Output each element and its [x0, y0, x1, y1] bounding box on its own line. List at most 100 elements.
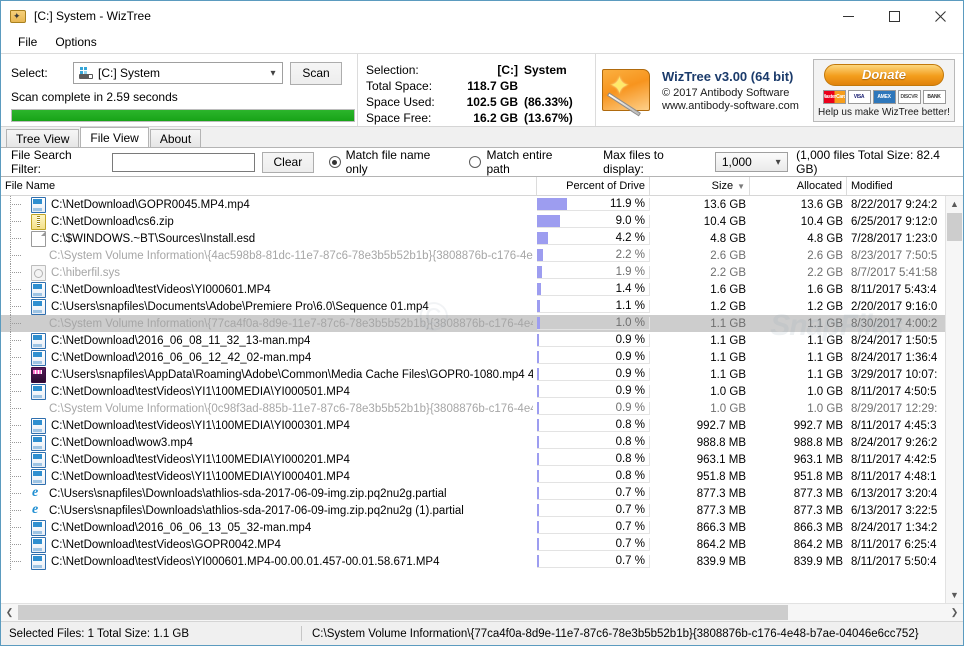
clear-filter-button[interactable]: Clear [262, 152, 314, 173]
cell-allocated-value: 1.1 GB [750, 369, 847, 381]
tab-tree-view[interactable]: Tree View [6, 129, 79, 147]
radio-match-file-name-only[interactable]: Match file name only [329, 148, 455, 176]
percent-bar [537, 232, 548, 244]
scan-button[interactable]: Scan [290, 62, 342, 85]
horizontal-scrollbar-thumb[interactable] [18, 605, 788, 620]
tab-file-view[interactable]: File View [80, 127, 148, 147]
donate-button[interactable]: Donate [824, 64, 944, 86]
column-header-size-label: Size [712, 180, 733, 192]
table-row[interactable]: C:\NetDownload\2016_06_06_13_05_32-man.m… [1, 519, 963, 536]
discover-icon: DISCVR [898, 90, 921, 104]
scan-progress-bar [11, 109, 355, 122]
table-row[interactable]: C:\NetDownload\GOPR0045.MP4.mp411.9 %13.… [1, 196, 963, 213]
table-row[interactable]: C:\NetDownload\2016_06_08_11_32_13-man.m… [1, 332, 963, 349]
cell-file-name: C:\NetDownload\2016_06_06_12_42_02-man.m… [1, 349, 537, 366]
file-totals-text: (1,000 files Total Size: 82.4 GB) [796, 148, 963, 176]
table-row[interactable]: C:\Users\snapfiles\Downloads\athlios-sda… [1, 502, 963, 519]
drive-select[interactable]: [C:] System ▾ [73, 62, 283, 84]
table-row[interactable]: C:\NetDownload\testVideos\YI1\100MEDIA\Y… [1, 417, 963, 434]
column-header-percent-of-drive[interactable]: Percent of Drive [537, 177, 650, 195]
brand-website[interactable]: www.antibody-software.com [662, 100, 799, 112]
radio-match-entire-path[interactable]: Match entire path [469, 148, 578, 176]
cell-percent-of-drive: 0.8 % [537, 470, 650, 483]
cell-modified-value: 8/11/2017 4:48:1 [847, 471, 947, 483]
scroll-left-icon[interactable]: ❮ [1, 604, 18, 621]
table-row[interactable]: C:\NetDownload\testVideos\YI1\100MEDIA\Y… [1, 451, 963, 468]
radio-icon-checked [329, 156, 341, 168]
percent-bar [537, 453, 539, 465]
close-button[interactable] [917, 1, 963, 31]
table-row[interactable]: C:\NetDownload\testVideos\YI1\100MEDIA\Y… [1, 468, 963, 485]
cell-allocated-value: 864.2 MB [750, 539, 847, 551]
document-file-icon [31, 231, 46, 247]
scroll-right-icon[interactable]: ❯ [946, 604, 963, 621]
cell-percent-of-drive: 1.0 % [537, 317, 650, 330]
table-row[interactable]: C:\NetDownload\2016_06_06_12_42_02-man.m… [1, 349, 963, 366]
table-row[interactable]: C:\NetDownload\testVideos\YI000601.MP41.… [1, 281, 963, 298]
max-files-select[interactable]: 1,000 ▾ [715, 152, 788, 172]
vertical-scrollbar[interactable]: ▲ ▼ [945, 196, 963, 603]
file-path-text: C:\Users\snapfiles\Downloads\athlios-sda… [49, 488, 447, 500]
file-search-filter-input[interactable] [112, 153, 255, 172]
table-row[interactable]: C:\NetDownload\testVideos\GOPR0042.MP40.… [1, 536, 963, 553]
chevron-down-icon: ▾ [769, 157, 787, 168]
cell-file-name: C:\NetDownload\cs6.zip [1, 213, 537, 230]
table-row[interactable]: C:\NetDownload\testVideos\YI000601.MP4-0… [1, 553, 963, 570]
menu-options[interactable]: Options [46, 33, 105, 51]
menu-bar: File Options [1, 31, 963, 53]
horizontal-scrollbar-track[interactable] [18, 604, 946, 621]
file-path-text: C:\NetDownload\wow3.mp4 [51, 437, 193, 449]
percent-text: 4.2 % [616, 232, 645, 244]
mastercard-icon: MasterCard [823, 90, 846, 104]
table-row[interactable]: C:\NetDownload\testVideos\YI1\100MEDIA\Y… [1, 383, 963, 400]
video-file-icon [31, 197, 46, 213]
table-row[interactable]: C:\$WINDOWS.~BT\Sources\Install.esd4.2 %… [1, 230, 963, 247]
stat-row-total-space: Total Space: 118.7 GB [366, 78, 595, 94]
select-label: Select: [11, 66, 73, 80]
table-row[interactable]: C:\System Volume Information\{4ac598b8-8… [1, 247, 963, 264]
table-row[interactable]: C:\Users\snapfiles\Documents\Adobe\Premi… [1, 298, 963, 315]
table-row[interactable]: C:\NetDownload\wow3.mp40.8 %988.8 MB988.… [1, 434, 963, 451]
tree-connector-icon [1, 332, 31, 349]
maximize-button[interactable] [871, 1, 917, 31]
cell-size-value: 992.7 MB [650, 420, 750, 432]
cell-percent-of-drive: 9.0 % [537, 215, 650, 228]
stat-row-space-used: Space Used: 102.5 GB (86.33%) [366, 94, 595, 110]
table-row[interactable]: C:\hiberfil.sys1.9 %2.2 GB2.2 GB8/7/2017… [1, 264, 963, 281]
cell-size-value: 864.2 MB [650, 539, 750, 551]
cell-allocated-value: 1.0 GB [750, 386, 847, 398]
cell-size-value: 951.8 MB [650, 471, 750, 483]
cell-allocated-value: 13.6 GB [750, 199, 847, 211]
minimize-button[interactable] [825, 1, 871, 31]
cell-size-value: 1.1 GB [650, 318, 750, 330]
column-header-size[interactable]: Size ▼ [650, 177, 750, 195]
vertical-scrollbar-thumb[interactable] [947, 213, 962, 241]
column-header-allocated[interactable]: Allocated [750, 177, 847, 195]
table-row[interactable]: C:\System Volume Information\{0c98f3ad-8… [1, 400, 963, 417]
scroll-up-icon[interactable]: ▲ [946, 196, 963, 212]
cell-modified-value: 8/23/2017 7:50:5 [847, 250, 947, 262]
table-row[interactable]: C:\System Volume Information\{77ca4f0a-8… [1, 315, 963, 332]
file-path-text: C:\NetDownload\2016_06_06_12_42_02-man.m… [51, 352, 311, 364]
title-bar: ✦ [C:] System - WizTree [1, 1, 963, 31]
tab-about[interactable]: About [150, 129, 201, 147]
cell-allocated-value: 866.3 MB [750, 522, 847, 534]
horizontal-scrollbar[interactable]: ❮ ❯ [1, 603, 963, 621]
table-body: C:\NetDownload\GOPR0045.MP4.mp411.9 %13.… [1, 196, 963, 603]
column-header-file-name[interactable]: File Name [1, 177, 537, 195]
cell-file-name: C:\NetDownload\testVideos\YI000601.MP4-0… [1, 553, 537, 570]
cell-size-value: 13.6 GB [650, 199, 750, 211]
file-path-text: C:\Users\snapfiles\Downloads\athlios-sda… [49, 505, 464, 517]
cell-allocated-value: 2.2 GB [750, 267, 847, 279]
scroll-down-icon[interactable]: ▼ [946, 587, 963, 603]
column-header-modified[interactable]: Modified [847, 177, 947, 195]
menu-file[interactable]: File [9, 33, 46, 51]
table-row[interactable]: C:\Users\snapfiles\AppData\Roaming\Adobe… [1, 366, 963, 383]
donate-tagline: Help us make WizTree better! [814, 107, 954, 118]
file-path-text: C:\NetDownload\testVideos\YI1\100MEDIA\Y… [51, 454, 350, 466]
cell-size-value: 1.1 GB [650, 369, 750, 381]
cell-modified-value: 8/11/2017 5:43:4 [847, 284, 947, 296]
table-row[interactable]: C:\NetDownload\cs6.zip9.0 %10.4 GB10.4 G… [1, 213, 963, 230]
branding-panel: ✦ WizTree v3.00 (64 bit) © 2017 Antibody… [595, 54, 963, 126]
table-row[interactable]: C:\Users\snapfiles\Downloads\athlios-sda… [1, 485, 963, 502]
